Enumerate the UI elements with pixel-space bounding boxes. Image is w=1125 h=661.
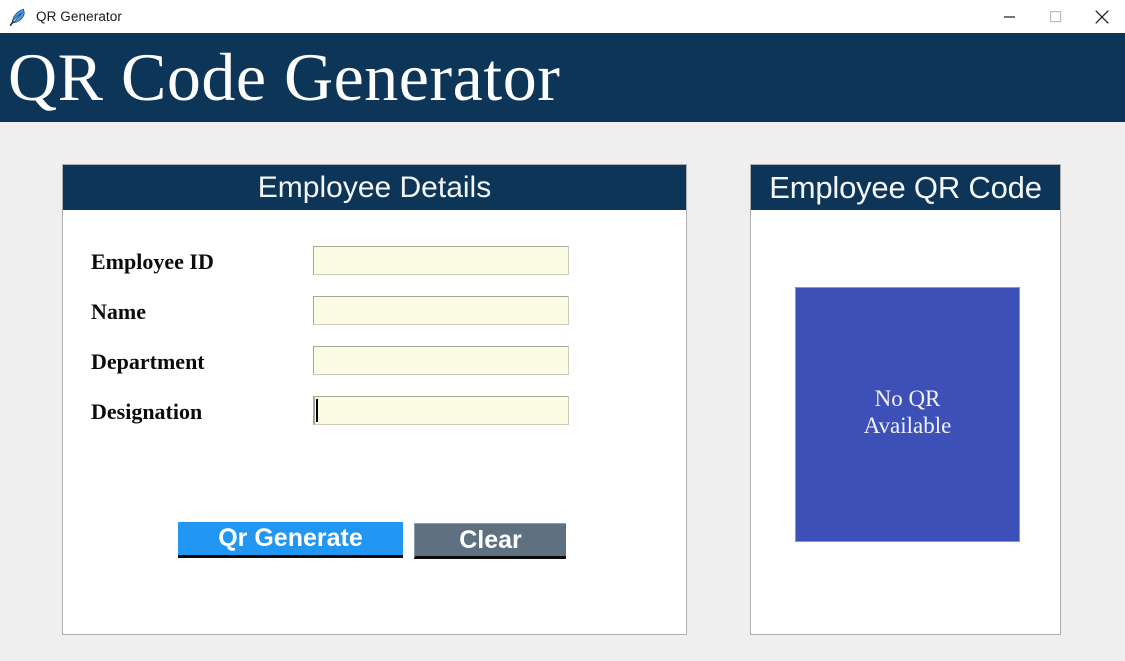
employee-qr-code-panel: Employee QR Code No QR Available — [750, 164, 1061, 635]
department-input[interactable] — [313, 346, 569, 375]
close-button[interactable] — [1079, 0, 1125, 33]
employee-details-panel: Employee Details Employee ID Name Depart… — [62, 164, 687, 635]
window-title: QR Generator — [36, 9, 122, 24]
clear-button[interactable]: Clear — [414, 523, 566, 559]
app-window: QR Generator QR Code Generator Employee … — [0, 0, 1125, 661]
qr-placeholder: No QR Available — [795, 287, 1020, 542]
form-row: Designation — [63, 394, 686, 430]
maximize-button[interactable] — [1033, 0, 1079, 33]
form-row: Employee ID — [63, 244, 686, 280]
title-bar: QR Generator — [0, 0, 1125, 34]
page-title: QR Code Generator — [8, 39, 561, 115]
employee-details-title: Employee Details — [63, 165, 686, 210]
qr-placeholder-text: No QR Available — [863, 385, 952, 438]
form-row: Department — [63, 344, 686, 380]
feather-icon — [8, 7, 28, 27]
app-header-banner: QR Code Generator — [0, 33, 1125, 122]
designation-input[interactable] — [313, 396, 569, 425]
qr-display-area: No QR Available — [751, 210, 1060, 634]
minimize-button[interactable] — [987, 0, 1033, 33]
employee-id-label: Employee ID — [91, 249, 214, 274]
form-row: Name — [63, 294, 686, 330]
employee-details-form: Employee ID Name Department Designation … — [63, 210, 686, 634]
designation-label: Designation — [91, 399, 203, 424]
employee-qr-code-title: Employee QR Code — [751, 165, 1060, 210]
window-controls — [987, 0, 1125, 33]
name-input[interactable] — [313, 296, 569, 325]
text-caret — [316, 399, 318, 422]
employee-id-input[interactable] — [313, 246, 569, 275]
department-label: Department — [91, 349, 205, 374]
name-label: Name — [91, 299, 146, 324]
qr-generate-button[interactable]: Qr Generate — [178, 522, 403, 558]
